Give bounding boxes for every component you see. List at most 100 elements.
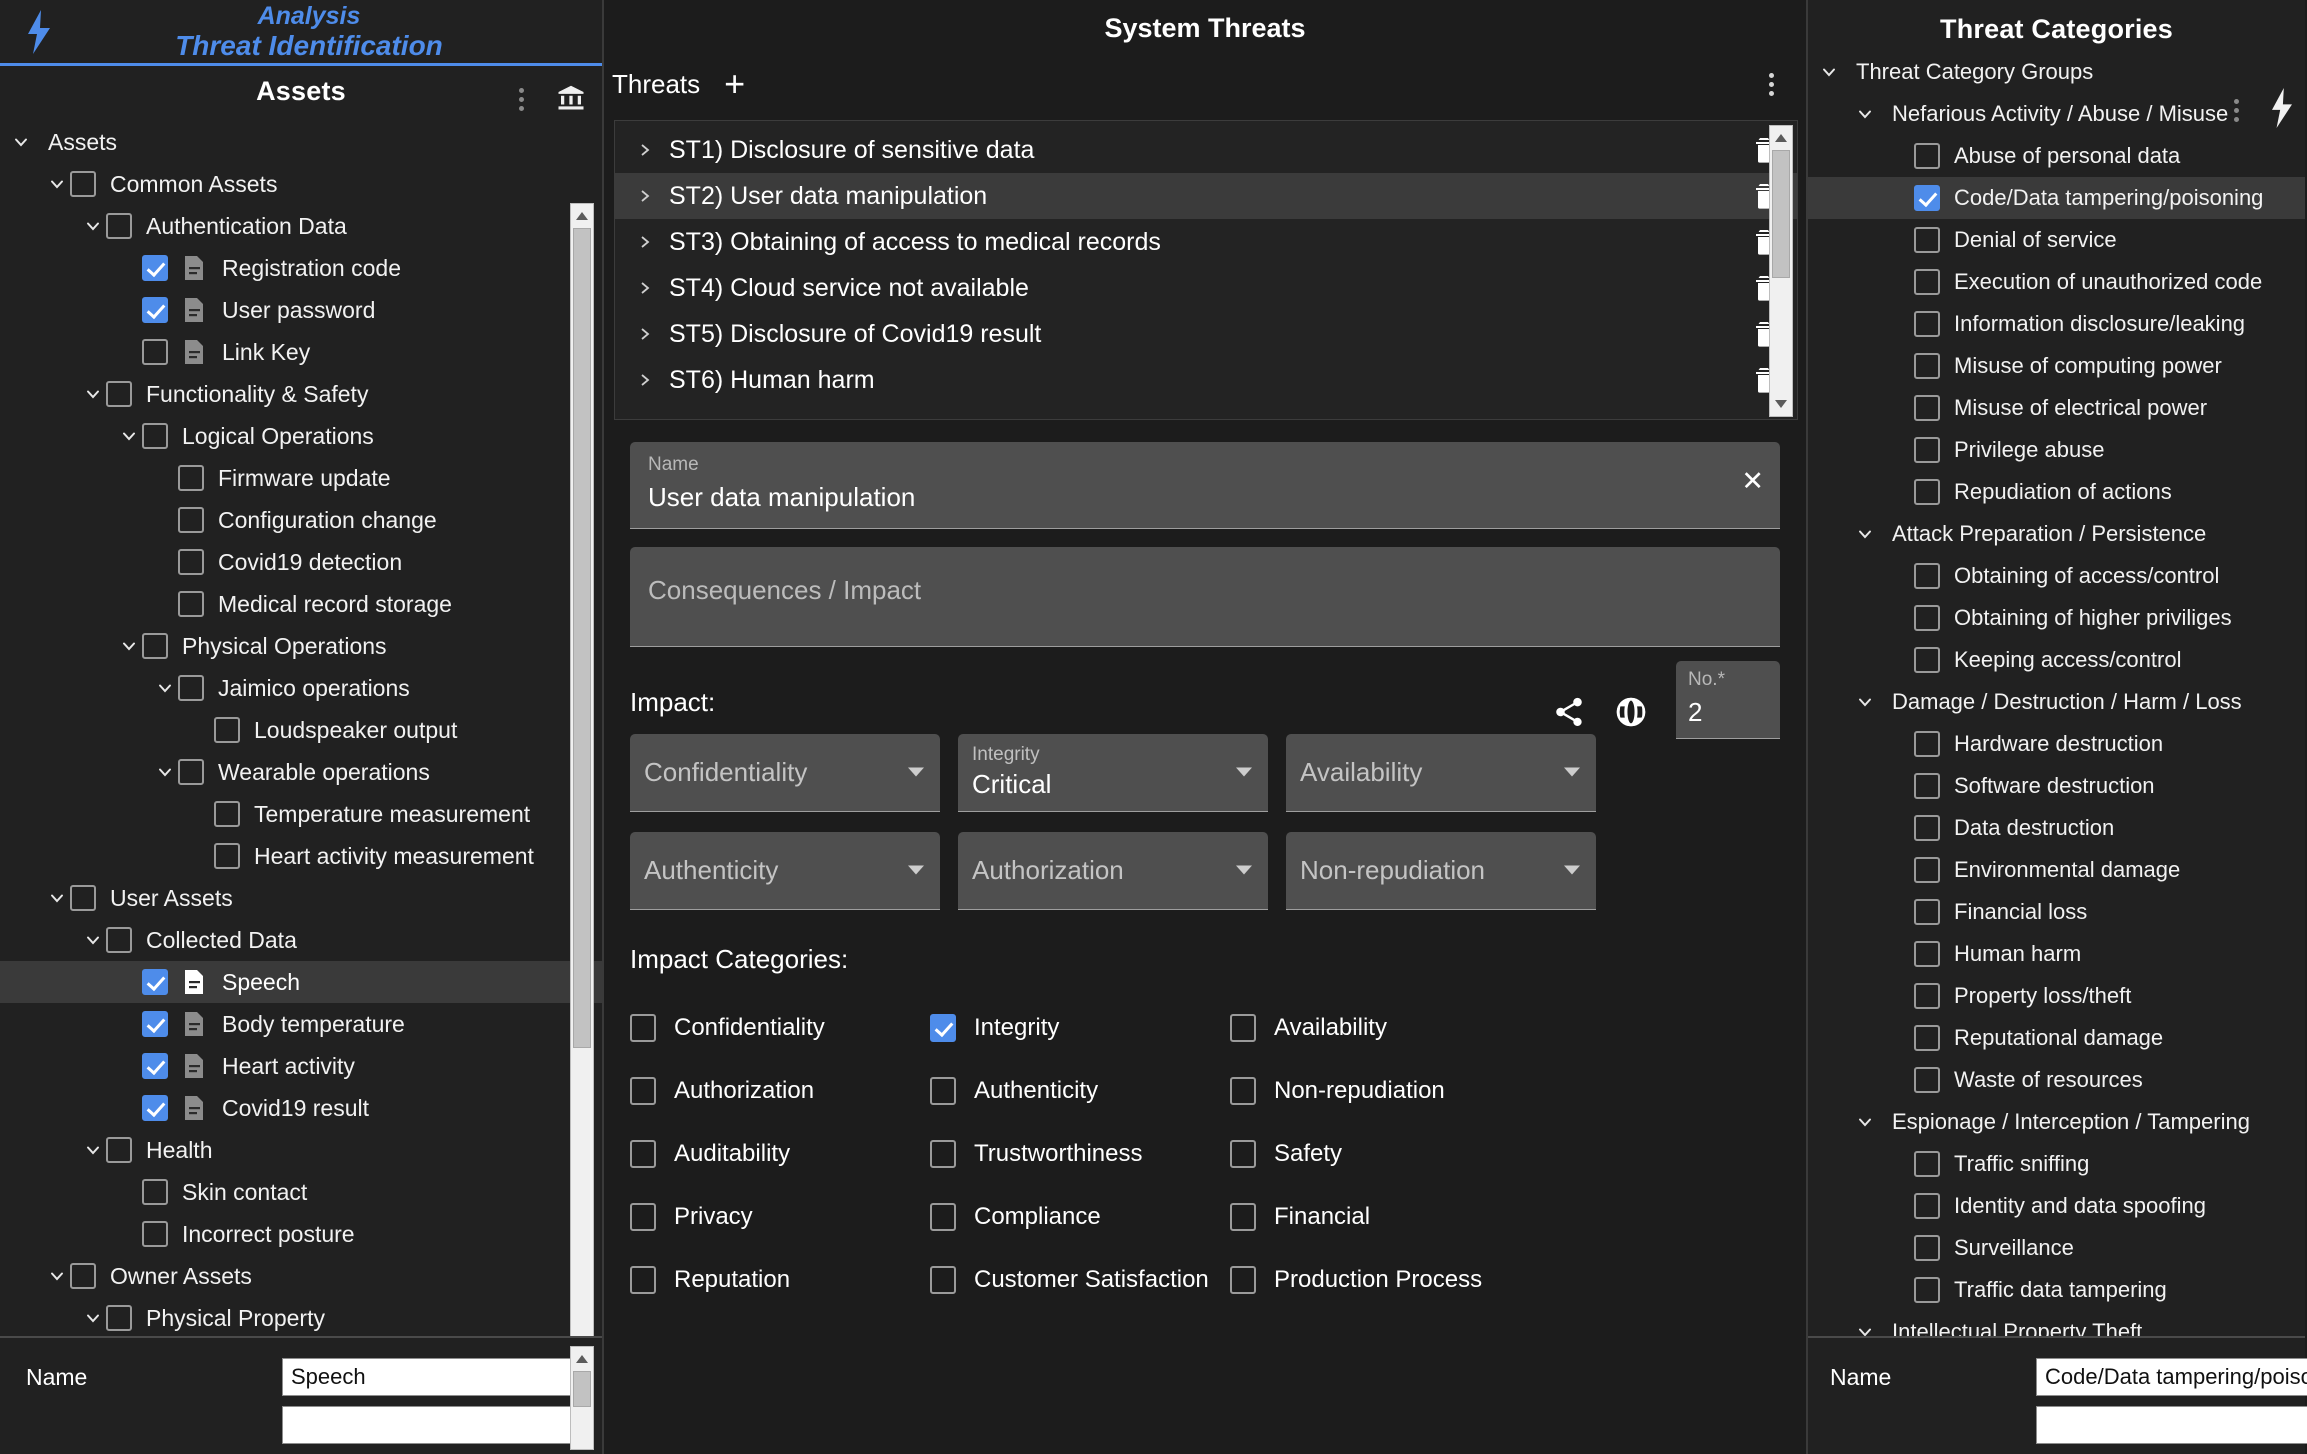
tree-item[interactable]: Common Assets (0, 163, 602, 205)
impact-dropdown[interactable]: Authorization (958, 831, 1268, 910)
tree-item[interactable]: Misuse of electrical power (1808, 387, 2305, 429)
impact-dropdown[interactable]: Integrity Critical (958, 733, 1268, 812)
chevron-down-icon[interactable] (152, 759, 178, 785)
tree-item[interactable]: Health (0, 1129, 602, 1171)
tree-item-checkbox[interactable] (1914, 185, 1940, 211)
impact-category-checkbox[interactable] (630, 1077, 656, 1106)
impact-category-item[interactable]: Authenticity (930, 1060, 1230, 1123)
tree-item-checkbox[interactable] (1914, 143, 1940, 169)
chevron-down-icon[interactable] (1852, 101, 1878, 127)
tree-item[interactable]: Configuration change (0, 499, 602, 541)
tree-item[interactable]: Functionality & Safety (0, 373, 602, 415)
tree-item[interactable]: Attack Preparation / Persistence (1808, 513, 2305, 555)
impact-category-checkbox[interactable] (630, 1014, 656, 1043)
tree-item[interactable]: Privilege abuse (1808, 429, 2305, 471)
chevron-down-icon[interactable] (80, 213, 106, 239)
expand-arrow-icon[interactable] (639, 372, 663, 388)
tree-item[interactable]: Jaimico operations (0, 667, 602, 709)
chevron-down-icon[interactable] (1852, 689, 1878, 715)
impact-category-item[interactable]: Integrity (930, 997, 1230, 1060)
chevron-down-icon[interactable] (1564, 865, 1580, 875)
impact-category-checkbox[interactable] (930, 1014, 956, 1043)
tree-item-checkbox[interactable] (142, 423, 168, 449)
tree-item[interactable]: Physical Property (0, 1297, 602, 1336)
tree-item-checkbox[interactable] (142, 255, 168, 281)
tree-item-checkbox[interactable] (106, 213, 132, 239)
tree-item-checkbox[interactable] (1914, 1025, 1940, 1051)
more-vert-icon[interactable] (510, 85, 532, 115)
chevron-down-icon[interactable] (1564, 767, 1580, 777)
form-scroll-up-arrow-icon[interactable] (570, 1347, 594, 1371)
tree-item-checkbox[interactable] (1914, 1151, 1940, 1177)
impact-category-checkbox[interactable] (1230, 1077, 1256, 1106)
tree-item-checkbox[interactable] (70, 171, 96, 197)
form-scrollbar-track[interactable] (571, 1371, 593, 1449)
tree-item-checkbox[interactable] (178, 675, 204, 701)
tree-item[interactable]: Keeping access/control (1808, 639, 2305, 681)
chevron-down-icon[interactable] (1236, 767, 1252, 777)
chevron-down-icon[interactable] (44, 171, 70, 197)
tree-item[interactable]: Software destruction (1808, 765, 2305, 807)
tree-item-checkbox[interactable] (70, 1263, 96, 1289)
impact-dropdown[interactable]: Confidentiality (630, 733, 940, 812)
tree-item[interactable]: Covid19 detection (0, 541, 602, 583)
chevron-down-icon[interactable] (908, 865, 924, 875)
tree-item-checkbox[interactable] (142, 1221, 168, 1247)
impact-category-checkbox[interactable] (1230, 1014, 1256, 1043)
account-balance-icon[interactable] (554, 82, 588, 117)
impact-category-item[interactable]: Safety (1230, 1123, 1530, 1186)
chevron-down-icon[interactable] (1852, 521, 1878, 547)
tree-item[interactable]: Registration code (0, 247, 602, 289)
scroll-up-arrow-icon[interactable] (570, 204, 594, 228)
impact-category-item[interactable]: Availability (1230, 997, 1530, 1060)
chevron-down-icon[interactable] (80, 927, 106, 953)
chevron-down-icon[interactable] (116, 423, 142, 449)
chevron-down-icon[interactable] (152, 675, 178, 701)
tree-item-checkbox[interactable] (1914, 395, 1940, 421)
threat-categories-tree-container[interactable]: Threat Category Groups Nefarious Activity… (1808, 51, 2305, 1336)
consequences-field[interactable]: Consequences / Impact (630, 546, 1780, 647)
tree-item[interactable]: Wearable operations (0, 751, 602, 793)
chevron-down-icon[interactable] (8, 129, 34, 155)
tree-item-checkbox[interactable] (1914, 605, 1940, 631)
tree-item[interactable]: Owner Assets (0, 1255, 602, 1297)
tree-item[interactable]: Logical Operations (0, 415, 602, 457)
impact-dropdown[interactable]: Availability (1286, 733, 1596, 812)
tree-item-checkbox[interactable] (1914, 353, 1940, 379)
tree-item-checkbox[interactable] (70, 885, 96, 911)
tree-item[interactable]: Information disclosure/leaking (1808, 303, 2305, 345)
threat-name-value[interactable]: User data manipulation (648, 482, 1762, 514)
category-second-input[interactable] (2036, 1406, 2307, 1444)
impact-category-checkbox[interactable] (630, 1140, 656, 1169)
tree-item-checkbox[interactable] (142, 339, 168, 365)
chevron-down-icon[interactable] (44, 885, 70, 911)
impact-category-checkbox[interactable] (930, 1203, 956, 1232)
tree-item-checkbox[interactable] (178, 507, 204, 533)
threats-scroll-down-arrow-icon[interactable] (1769, 392, 1793, 416)
tree-item[interactable]: Intellectual Property Theft (1808, 1311, 2305, 1336)
tree-item-checkbox[interactable] (1914, 815, 1940, 841)
tree-item[interactable]: Link Key (0, 331, 602, 373)
tree-item-checkbox[interactable] (1914, 1235, 1940, 1261)
tree-item[interactable]: Heart activity measurement (0, 835, 602, 877)
tree-item[interactable]: Assets (0, 121, 602, 163)
tree-item-checkbox[interactable] (214, 717, 240, 743)
tree-item-checkbox[interactable] (142, 297, 168, 323)
tree-item-checkbox[interactable] (1914, 437, 1940, 463)
tree-item[interactable]: Financial loss (1808, 891, 2305, 933)
tree-item-checkbox[interactable] (106, 381, 132, 407)
tree-item-checkbox[interactable] (1914, 479, 1940, 505)
tree-item[interactable]: Reputational damage (1808, 1017, 2305, 1059)
impact-category-item[interactable]: Reputation (630, 1249, 930, 1312)
impact-category-item[interactable]: Trustworthiness (930, 1123, 1230, 1186)
tree-item[interactable]: Code/Data tampering/poisoning (1808, 177, 2305, 219)
category-name-input[interactable] (2036, 1358, 2307, 1396)
expand-arrow-icon[interactable] (639, 142, 663, 158)
tree-item-checkbox[interactable] (1914, 563, 1940, 589)
close-x-icon[interactable]: ✕ (1741, 468, 1764, 495)
tree-item-checkbox[interactable] (142, 969, 168, 995)
asset-name-input[interactable] (282, 1358, 588, 1396)
assets-tree-container[interactable]: Assets Common Assets Authentication Data Re… (0, 113, 602, 1336)
tree-item[interactable]: Firmware update (0, 457, 602, 499)
impact-category-checkbox[interactable] (630, 1203, 656, 1232)
